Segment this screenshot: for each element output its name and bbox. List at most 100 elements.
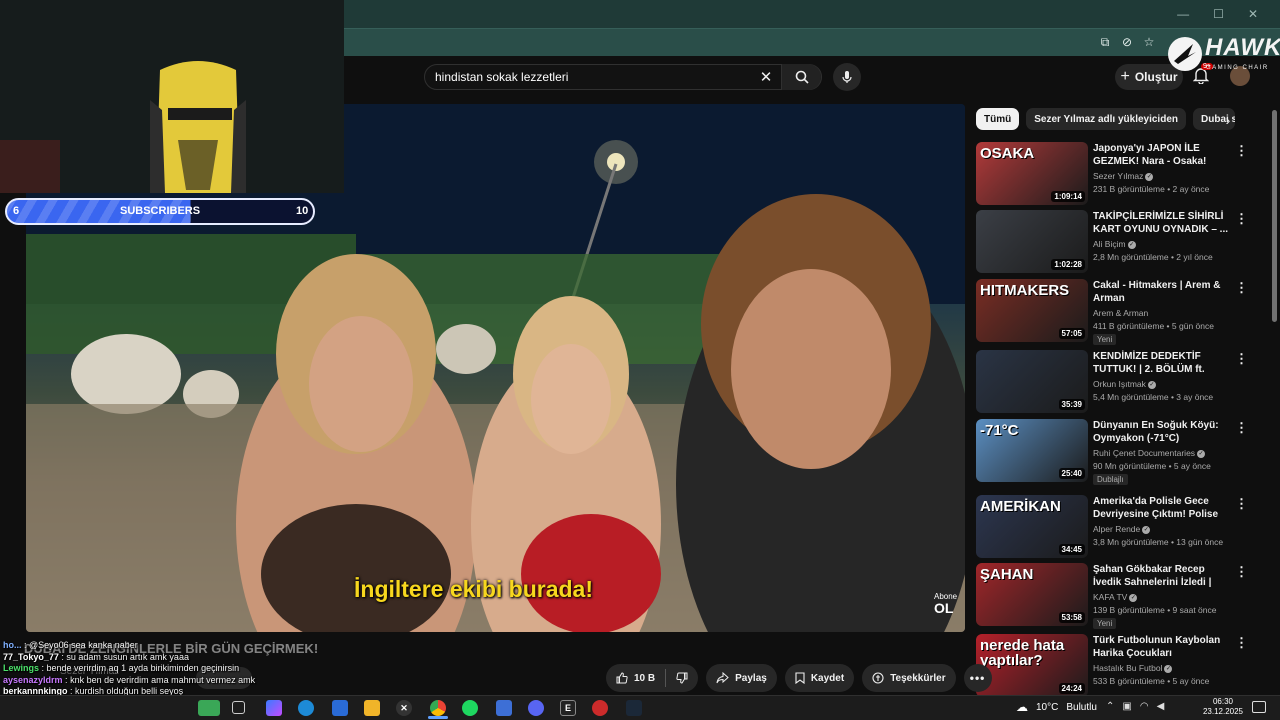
app-icon[interactable]: [496, 700, 512, 716]
recommendation-channel[interactable]: Ruhi Çenet Documentaries ✓: [1093, 448, 1206, 458]
video-thumbnail[interactable]: ŞAHAN 53:58: [976, 563, 1088, 626]
mail-icon[interactable]: [332, 700, 348, 716]
recommendation-card[interactable]: AMERİKAN 34:45 Amerika'da Polisle Gece Dev…: [976, 495, 1266, 559]
search-box[interactable]: hindistan sokak lezzetleri ✕: [424, 64, 822, 90]
weather-temp: 10°C: [1036, 701, 1059, 713]
file-explorer-icon[interactable]: [364, 700, 380, 716]
install-app-icon[interactable]: ⧉: [1098, 35, 1112, 49]
copilot-icon[interactable]: [266, 700, 282, 716]
recommendation-title[interactable]: Şahan Gökbakar Recep İvedik Sahnelerini …: [1093, 563, 1233, 590]
thanks-button[interactable]: Teşekkürler: [862, 664, 956, 692]
recommendation-card[interactable]: 35:39 KENDİMİZE DEDEKTİF TUTTUK! | 2. BÖL…: [976, 350, 1266, 414]
chrome-icon[interactable]: [430, 700, 446, 716]
recommendation-channel[interactable]: Orkun Işıtmak ✓: [1093, 379, 1156, 389]
recommendation-card[interactable]: 1:02:28 TAKİPÇİLERİMİZLE SİHİRLİ KART OYU…: [976, 210, 1266, 274]
recommendation-channel[interactable]: Alper Rende ✓: [1093, 524, 1151, 534]
video-thumbnail[interactable]: 1:02:28: [976, 210, 1088, 273]
chevron-up-icon[interactable]: ⌃: [1106, 701, 1114, 712]
video-thumbnail[interactable]: OSAKA 1:09:14: [976, 142, 1088, 205]
clear-search-icon[interactable]: ✕: [751, 68, 781, 86]
more-vert-icon[interactable]: ⋮: [1235, 211, 1248, 227]
more-vert-icon[interactable]: ⋮: [1235, 351, 1248, 367]
xbox-icon[interactable]: ✕: [396, 700, 412, 716]
spotify-icon[interactable]: [462, 700, 478, 716]
clock[interactable]: 06:30 23.12.2025: [1198, 697, 1248, 717]
weather-widget[interactable]: ☁ 10°C Bulutlu: [1016, 700, 1097, 714]
video-thumbnail[interactable]: nerede hata yaptılar? 24:24: [976, 634, 1088, 697]
chat-username[interactable]: Lewings: [3, 663, 39, 673]
discord-icon[interactable]: [528, 700, 544, 716]
tracking-protection-icon[interactable]: ⊘: [1120, 35, 1134, 49]
recommendation-badge: Yeni: [1093, 618, 1117, 629]
bookmark-star-icon[interactable]: ☆: [1142, 35, 1156, 49]
recommendation-title[interactable]: Cakal - Hitmakers | Arem & Arman: [1093, 279, 1233, 305]
video-thumbnail[interactable]: -71°C 25:40: [976, 419, 1088, 482]
more-vert-icon[interactable]: ⋮: [1235, 496, 1248, 512]
scrollbar[interactable]: [1272, 110, 1277, 322]
notification-center-icon[interactable]: [1252, 701, 1266, 713]
recommendation-card[interactable]: nerede hata yaptılar? 24:24 Türk Futbolunu…: [976, 634, 1266, 698]
recommendation-meta: 2,8 Mn görüntüleme • 2 yıl önce: [1093, 252, 1213, 262]
recommendation-card[interactable]: OSAKA 1:09:14 Japonya'yı JAPON İLE GEZMEK!…: [976, 142, 1266, 206]
chat-username[interactable]: 77_Tokyo_77: [3, 652, 59, 662]
more-vert-icon[interactable]: ⋮: [1235, 420, 1248, 436]
chat-username[interactable]: aysenazyldrm: [3, 675, 63, 685]
widgets-icon[interactable]: [198, 700, 220, 716]
recommendation-card[interactable]: HITMAKERS 57:05 Cakal - Hitmakers | Arem &…: [976, 279, 1266, 345]
steam-icon[interactable]: [626, 700, 642, 716]
address-bar[interactable]: ⧉ ⊘ ☆: [344, 28, 1280, 56]
save-button[interactable]: Kaydet: [784, 664, 855, 692]
chip-all[interactable]: Tümü: [976, 108, 1020, 130]
search-icon: [795, 70, 809, 84]
more-vert-icon[interactable]: ⋮: [1235, 635, 1248, 651]
more-actions-button[interactable]: •••: [963, 664, 992, 692]
subscribe-watermark[interactable]: Abone OL: [934, 592, 957, 615]
wifi-icon[interactable]: ◠: [1140, 701, 1149, 712]
recommendation-title[interactable]: Dünyanın En Soğuk Köyü: Oymyakon (-71°C): [1093, 419, 1233, 445]
speaker-icon[interactable]: ◀: [1157, 701, 1165, 712]
recommendation-channel[interactable]: Arem & Arman: [1093, 308, 1148, 318]
obs-icon[interactable]: [592, 700, 608, 716]
search-button[interactable]: [781, 64, 821, 90]
recommendation-meta: 411 B görüntüleme • 5 gün önce: [1093, 321, 1214, 331]
epic-games-icon[interactable]: E: [560, 700, 576, 716]
more-vert-icon[interactable]: ⋮: [1235, 564, 1248, 580]
recommendation-channel[interactable]: Sezer Yılmaz ✓: [1093, 171, 1154, 181]
maximize-button[interactable]: ☐: [1213, 7, 1224, 21]
chat-username[interactable]: ho...: [3, 640, 22, 650]
recommendation-title[interactable]: Amerika'da Polisle Gece Devriyesine Çıkt…: [1093, 495, 1233, 522]
app-tray-icon[interactable]: ▣: [1122, 701, 1131, 712]
recommendation-card[interactable]: ŞAHAN 53:58 Şahan Gökbakar Recep İvedik Sa…: [976, 563, 1266, 629]
chip-uploader[interactable]: Sezer Yılmaz adlı yükleyiciden: [1026, 108, 1186, 130]
recommendation-title[interactable]: TAKİPÇİLERİMİZLE SİHİRLİ KART OYUNU OYNA…: [1093, 210, 1233, 236]
recommendation-badge: Dublajlı: [1093, 474, 1128, 485]
chat-text: bende verirdim aq 1 ayda birikiminden ge…: [46, 663, 240, 674]
recommendation-card[interactable]: -71°C 25:40 Dünyanın En Soğuk Köyü: Oymyak…: [976, 419, 1266, 485]
like-button[interactable]: 10 B: [606, 664, 665, 692]
task-view-icon[interactable]: [232, 701, 245, 714]
verified-icon: ✓: [1164, 664, 1173, 673]
active-app-indicator: [428, 716, 448, 719]
video-thumbnail[interactable]: 35:39: [976, 350, 1088, 413]
close-window-button[interactable]: ✕: [1248, 7, 1258, 21]
minimize-button[interactable]: —: [1177, 7, 1189, 21]
channel-label: KAFA TV: [1093, 592, 1128, 602]
recommendation-meta: 231 B görüntüleme • 2 ay önce: [1093, 184, 1210, 194]
edge-icon[interactable]: [298, 700, 314, 716]
more-vert-icon[interactable]: ⋮: [1235, 280, 1248, 296]
recommendation-channel[interactable]: Hastalık Bu Futbol ✓: [1093, 663, 1173, 673]
chevron-right-icon[interactable]: ›: [1218, 110, 1238, 130]
share-button[interactable]: Paylaş: [706, 664, 777, 692]
video-thumbnail[interactable]: HITMAKERS 57:05: [976, 279, 1088, 342]
recommendation-channel[interactable]: Ali Biçim ✓: [1093, 239, 1136, 249]
recommendation-title[interactable]: Japonya'yı JAPON İLE GEZMEK! Nara - Osak…: [1093, 142, 1233, 168]
recommendation-channel[interactable]: KAFA TV ✓: [1093, 592, 1138, 602]
thumbnail-text: HITMAKERS: [980, 282, 1070, 299]
search-input[interactable]: hindistan sokak lezzetleri: [425, 70, 751, 84]
recommendation-title[interactable]: KENDİMİZE DEDEKTİF TUTTUK! | 2. BÖLÜM ft…: [1093, 350, 1233, 377]
video-thumbnail[interactable]: AMERİKAN 34:45: [976, 495, 1088, 558]
dislike-button[interactable]: [666, 664, 698, 692]
voice-search-button[interactable]: [833, 63, 861, 91]
recommendation-title[interactable]: Türk Futbolunun Kaybolan Harika Çocuklar…: [1093, 634, 1233, 660]
more-vert-icon[interactable]: ⋮: [1235, 143, 1248, 159]
